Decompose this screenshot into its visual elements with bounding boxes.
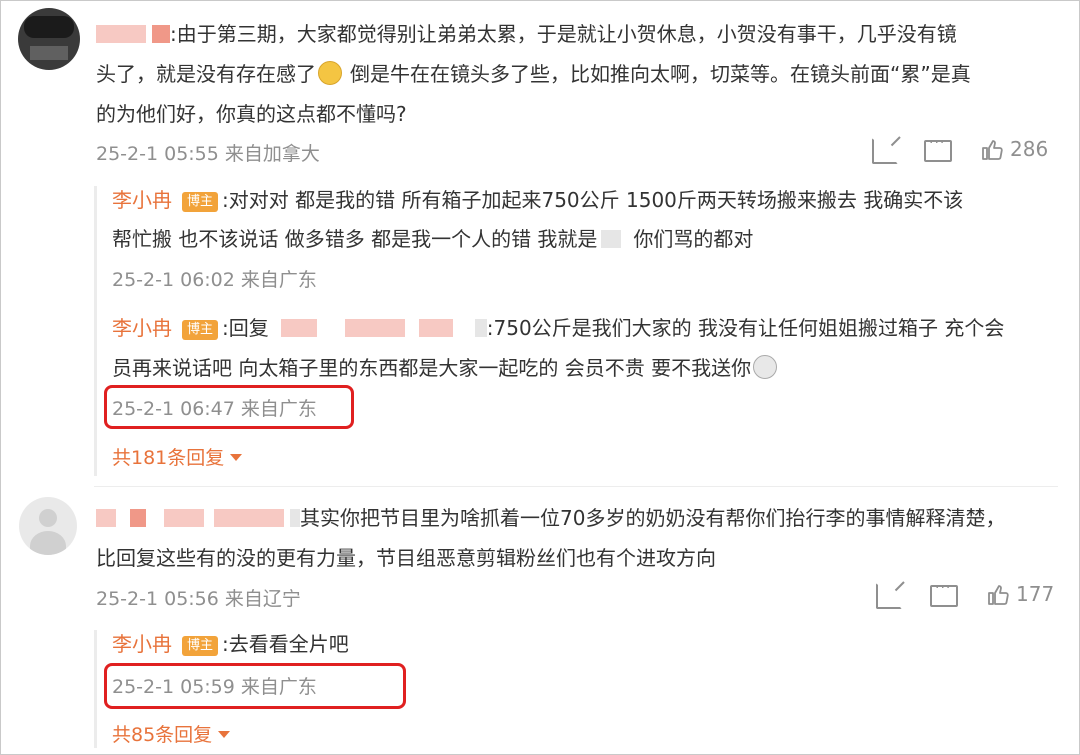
user-avatar[interactable] xyxy=(18,8,80,70)
author-badge: 博主 xyxy=(182,320,219,340)
author-badge: 博主 xyxy=(182,636,219,656)
reply-author-name[interactable]: 李小冉 xyxy=(112,316,172,340)
comment-1-text-line-1: :由于第三期，大家都觉得别让弟弟太累，于是就让小贺休息，小贺没有事干，几乎没有镜 xyxy=(96,16,957,52)
comment-button[interactable] xyxy=(924,135,952,162)
comment-icon xyxy=(924,135,952,162)
share-icon xyxy=(872,138,898,164)
comment-2-meta: 25-2-1 05:56 来自辽宁 xyxy=(96,588,301,610)
view-more-replies-button[interactable]: 共181条回复 xyxy=(112,443,243,470)
reply-author-name[interactable]: 李小冉 xyxy=(112,188,172,212)
user-avatar[interactable] xyxy=(19,497,77,555)
comment-divider xyxy=(94,486,1058,487)
like-button[interactable]: 286 xyxy=(980,137,1048,161)
reply-1-line-1: 李小冉 博主:对对对 都是我的错 所有箱子加起来750公斤 1500斤两天转场搬来… xyxy=(112,188,964,212)
blurred-username xyxy=(474,319,487,337)
like-count: 286 xyxy=(1010,137,1049,161)
comment-1-text-line-3: 的为他们好，你真的这点都不懂吗? xyxy=(96,102,407,126)
blurred-username xyxy=(280,319,317,337)
blurred-username xyxy=(418,319,453,337)
comment-icon xyxy=(930,580,958,607)
like-count: 177 xyxy=(1016,582,1055,606)
reply-3-line-1: 李小冉 博主:去看看全片吧 xyxy=(112,632,349,656)
comment-1-meta: 25-2-1 05:55 来自加拿大 xyxy=(96,143,320,165)
reply-1-line-2: 帮忙搬 也不该说话 做多错多 都是我一个人的错 我就是 你们骂的都对 xyxy=(112,227,754,251)
reply-thread-line xyxy=(94,186,97,476)
blurred-username xyxy=(290,509,300,527)
thumbs-up-icon xyxy=(980,138,1004,160)
thumbs-up-icon xyxy=(986,583,1010,605)
reply-2-line-1: 李小冉 博主:回复:750公斤是我们大家的 我没有让任何姐姐搬过箱子 充个会 xyxy=(112,316,1005,340)
highlight-box xyxy=(104,663,406,709)
blurred-username xyxy=(214,509,284,527)
comment-2-text-line-2: 比回复这些有的没的更有力量，节目组恶意剪辑粉丝们也有个进攻方向 xyxy=(96,546,716,570)
blurred-username xyxy=(130,509,146,527)
reply-1-meta: 25-2-1 06:02 来自广东 xyxy=(112,269,317,291)
share-button[interactable] xyxy=(876,583,902,609)
comment-button[interactable] xyxy=(930,580,958,607)
blurred-username xyxy=(164,509,204,527)
share-icon xyxy=(876,583,902,609)
comment-1-text-line-2: 头了，就是没有存在感了 倒是牛在在镜头多了些，比如推向太啊，切菜等。在镜头前面“累… xyxy=(96,61,971,86)
reply-thread-line xyxy=(94,630,97,748)
emoji-icon xyxy=(753,355,778,379)
chevron-down-icon xyxy=(230,454,243,461)
comment-2-text-line-1: 其实你把节目里为啥抓着一位70多岁的奶奶没有帮你们抬行李的事情解释清楚， xyxy=(96,500,1005,536)
like-button[interactable]: 177 xyxy=(986,582,1054,606)
blurred-username xyxy=(344,319,405,337)
blurred-username xyxy=(96,509,116,527)
share-button[interactable] xyxy=(872,138,898,164)
highlight-box xyxy=(104,385,354,429)
author-badge: 博主 xyxy=(182,192,219,212)
chevron-down-icon xyxy=(218,731,231,738)
view-more-replies-button[interactable]: 共85条回复 xyxy=(112,720,231,747)
reply-author-name[interactable]: 李小冉 xyxy=(112,632,172,656)
blurred-username xyxy=(152,25,170,43)
blurred-text xyxy=(601,230,622,248)
emoji-icon xyxy=(318,61,342,85)
reply-2-line-2: 员再来说话吧 向太箱子里的东西都是大家一起吃的 会员不贵 要不我送你 xyxy=(112,350,778,386)
blurred-username xyxy=(96,25,146,43)
